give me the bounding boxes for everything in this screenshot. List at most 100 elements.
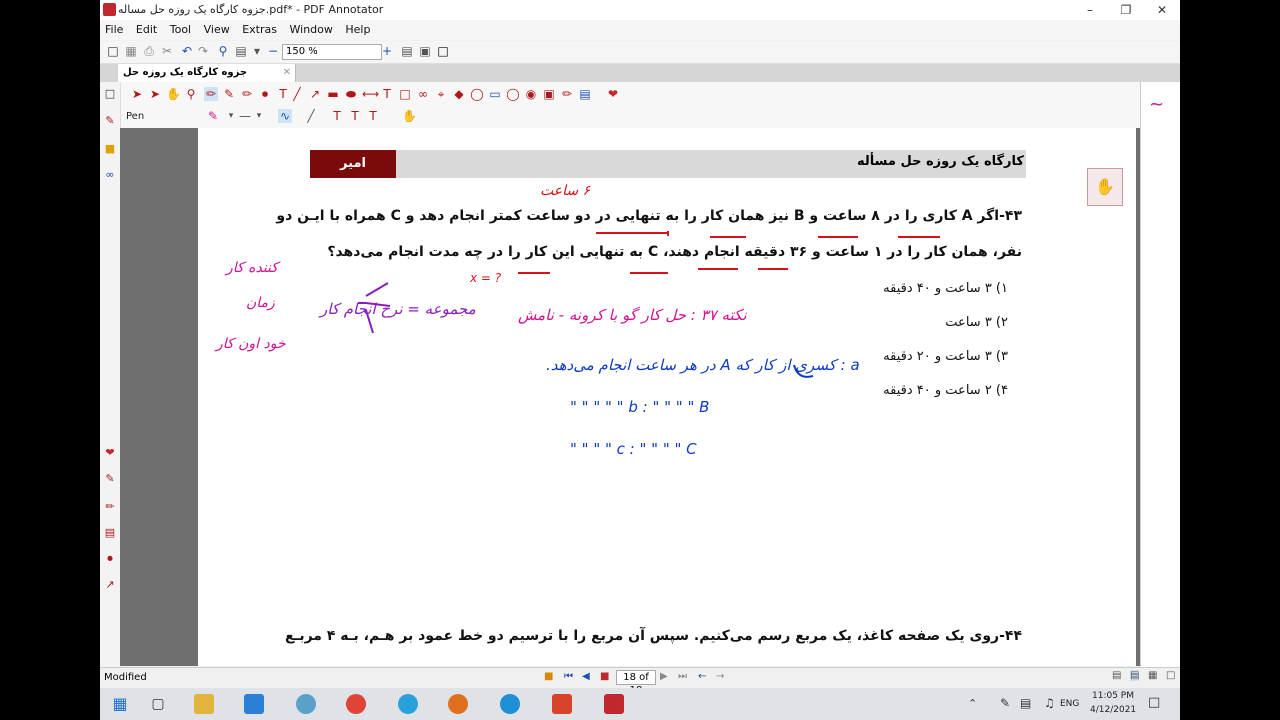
edge-icon[interactable]: [500, 694, 520, 714]
eraser-icon[interactable]: ▭: [488, 87, 502, 101]
text-middle-icon[interactable]: T: [348, 109, 362, 123]
single-page-view-icon[interactable]: ▤: [1112, 670, 1121, 681]
battery-icon[interactable]: ▤: [1020, 696, 1031, 710]
zoom-in-icon[interactable]: +: [380, 44, 394, 58]
prev-page-icon[interactable]: ◀: [582, 671, 590, 682]
menu-help[interactable]: Help: [340, 20, 374, 36]
menu-extras[interactable]: Extras: [237, 20, 281, 36]
clock-time[interactable]: 11:05 PM: [1092, 691, 1134, 701]
line-width-icon[interactable]: —: [238, 109, 252, 123]
marker-icon[interactable]: ✏: [240, 87, 254, 101]
tag-icon[interactable]: ◆: [452, 87, 466, 101]
document-viewport[interactable]: کارگاه یک روزه حل مسأله امیر عرفانیان ۴۳…: [120, 128, 1140, 666]
two-page-view-icon[interactable]: ▦: [1148, 670, 1157, 681]
color-chevron-icon[interactable]: ▾: [224, 109, 238, 123]
task-view-icon[interactable]: ▢: [148, 694, 168, 714]
menu-edit[interactable]: Edit: [131, 20, 161, 36]
straight-line-icon[interactable]: ╱: [304, 109, 318, 123]
brush-icon[interactable]: ✏: [560, 87, 574, 101]
smooth-stroke-icon[interactable]: ∿: [278, 109, 292, 123]
fav-note-icon[interactable]: ▤: [103, 526, 117, 540]
notification-icon[interactable]: □: [1148, 695, 1160, 710]
find-icon[interactable]: ⚲: [216, 44, 230, 58]
floating-hand-icon[interactable]: ✋: [1087, 168, 1123, 206]
attach-icon[interactable]: ◯: [470, 87, 484, 101]
width-chevron-icon[interactable]: ▾: [252, 109, 266, 123]
next-page-icon[interactable]: ▶: [660, 671, 668, 682]
zoom-select[interactable]: 150 %: [282, 44, 382, 60]
new-document-icon[interactable]: □: [106, 44, 120, 58]
arrow-icon[interactable]: ↗: [308, 87, 322, 101]
highlighter-icon[interactable]: ✎: [222, 87, 236, 101]
print-icon[interactable]: ⎙: [142, 44, 156, 58]
volume-icon[interactable]: ♫: [1044, 696, 1055, 710]
language-indicator[interactable]: ENG: [1060, 699, 1079, 709]
pen-tool-icon[interactable]: ✏: [204, 87, 218, 101]
text-strike-icon[interactable]: T: [366, 109, 380, 123]
camera-icon[interactable]: ◉: [524, 87, 538, 101]
sidebar-pen-icon[interactable]: ✎: [103, 114, 117, 128]
page-number-field[interactable]: 18 of 18: [616, 670, 656, 696]
ellipse-icon[interactable]: ⬬: [344, 87, 358, 101]
menu-tool[interactable]: Tool: [165, 20, 195, 36]
zoom-out-icon[interactable]: −: [266, 44, 280, 58]
pdf-annotator-taskbar-icon[interactable]: [604, 694, 624, 714]
tab-close-icon[interactable]: ✕: [283, 64, 291, 82]
clock-date[interactable]: 4/12/2021: [1090, 705, 1136, 715]
link-icon[interactable]: ∞: [416, 87, 430, 101]
picture-icon[interactable]: ▣: [542, 87, 556, 101]
line-icon[interactable]: ╱: [290, 87, 304, 101]
fit-page-icon[interactable]: ▣: [418, 44, 432, 58]
start-icon[interactable]: ▦: [110, 694, 130, 714]
full-screen-icon[interactable]: □: [436, 44, 450, 58]
crop-icon[interactable]: ⌖: [434, 87, 448, 101]
minimize-icon[interactable]: –: [1072, 0, 1108, 20]
mail-icon[interactable]: [244, 694, 264, 714]
recorder-icon[interactable]: [448, 694, 468, 714]
fav-marker-icon[interactable]: ✏: [103, 500, 117, 514]
menu-view[interactable]: View: [199, 20, 234, 36]
favorites-heart-icon[interactable]: ❤: [606, 87, 620, 101]
pen-tray-icon[interactable]: ✎: [1000, 696, 1010, 710]
menu-window[interactable]: Window: [285, 20, 337, 36]
callout-icon[interactable]: □: [398, 87, 412, 101]
telegram-icon[interactable]: [398, 694, 418, 714]
page-setup-icon[interactable]: ▤: [234, 44, 248, 58]
snagit-icon[interactable]: [552, 694, 572, 714]
rectangle-icon[interactable]: ▬: [326, 87, 340, 101]
dropdown-chevron-icon[interactable]: ▾: [250, 44, 264, 58]
app-circle-icon[interactable]: [296, 694, 316, 714]
text-top-icon[interactable]: T: [330, 109, 344, 123]
restore-icon[interactable]: ❐: [1108, 0, 1144, 20]
file-explorer-icon[interactable]: [194, 694, 214, 714]
pdf-page[interactable]: کارگاه یک روزه حل مسأله امیر عرفانیان ۴۳…: [198, 128, 1136, 666]
fav-pen-icon[interactable]: ✎: [103, 472, 117, 486]
network-icon[interactable]: ⌃: [968, 697, 977, 710]
back-icon[interactable]: ←: [698, 671, 706, 682]
lasso-icon[interactable]: ◯: [506, 87, 520, 101]
pen-color-icon[interactable]: ✎: [206, 109, 220, 123]
tab-document[interactable]: جزوه کارگاه یک روزه حل مساله.pdf* ✕: [118, 64, 296, 96]
hand-stamp-icon[interactable]: ✋: [402, 109, 417, 123]
attachment-icon[interactable]: ∞: [103, 168, 117, 182]
fullscreen-view-icon[interactable]: □: [1166, 670, 1175, 681]
bookmark-folder-icon[interactable]: ■: [103, 142, 117, 156]
thumbnail-panel-icon[interactable]: □: [103, 87, 117, 101]
close-icon[interactable]: ✕: [1144, 0, 1180, 20]
chrome-icon[interactable]: [346, 694, 366, 714]
redo-icon[interactable]: ↷: [196, 44, 210, 58]
select-text-icon[interactable]: ➤: [148, 87, 162, 101]
fav-stamp-icon[interactable]: ⏺: [103, 552, 117, 566]
first-page-icon[interactable]: ⏮: [564, 671, 573, 682]
fav-arrow-icon[interactable]: ↗: [103, 578, 117, 592]
favorites-icon[interactable]: ❤: [103, 446, 117, 460]
save-icon[interactable]: ▦: [124, 44, 138, 58]
magnifier-icon[interactable]: ⚲: [184, 87, 198, 101]
stamp-icon[interactable]: ⏺: [258, 87, 272, 101]
hand-icon[interactable]: ✋: [166, 87, 181, 101]
image-insert-icon[interactable]: ▤: [578, 87, 592, 101]
text-icon[interactable]: T: [380, 87, 394, 101]
select-arrow-icon[interactable]: ➤: [130, 87, 144, 101]
continuous-view-icon[interactable]: ▤: [1130, 670, 1140, 681]
text-box-icon[interactable]: T: [276, 87, 290, 101]
